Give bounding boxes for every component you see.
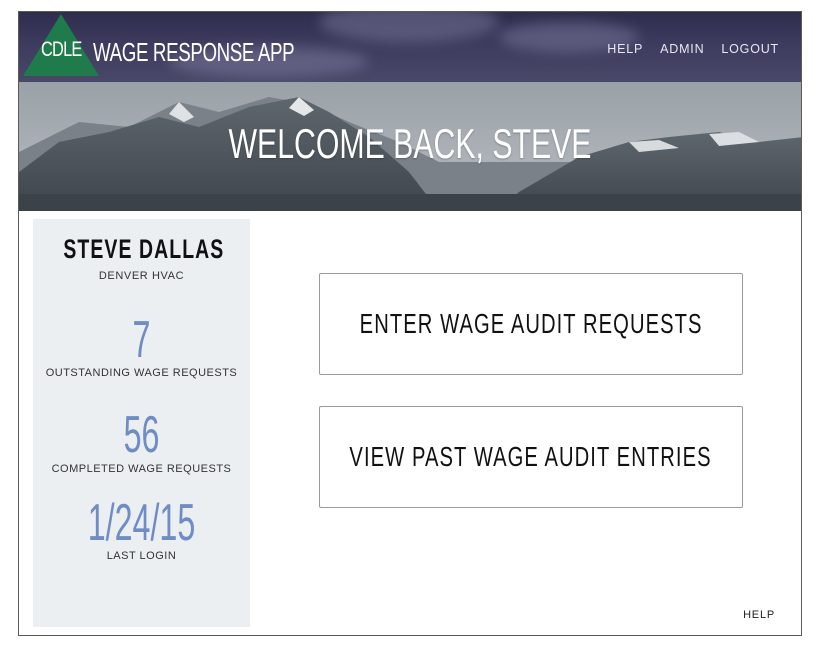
top-nav: HELP ADMIN LOGOUT [607, 42, 779, 56]
completed-count: 56 [123, 406, 160, 464]
user-name: STEVE DALLAS [63, 234, 225, 264]
enter-wage-audit-button[interactable]: ENTER WAGE AUDIT REQUESTS [319, 273, 743, 375]
nav-admin[interactable]: ADMIN [660, 42, 704, 56]
app-frame: CDLE WAGE RESPONSE APP HELP ADMIN LOGOUT [18, 11, 802, 636]
logo-text: CDLE [41, 38, 82, 61]
outstanding-label: OUTSTANDING WAGE REQUESTS [45, 367, 238, 379]
app-title: WAGE RESPONSE APP [93, 37, 295, 67]
welcome-heading: WELCOME BACK, STEVE [228, 120, 592, 167]
nav-help[interactable]: HELP [607, 42, 643, 56]
hero-banner: WELCOME BACK, STEVE [19, 82, 801, 211]
footer-help-link[interactable]: HELP [743, 609, 775, 621]
completed-label: COMPLETED WAGE REQUESTS [51, 463, 232, 475]
top-bar: CDLE WAGE RESPONSE APP HELP ADMIN LOGOUT [19, 12, 801, 82]
user-sidebar: STEVE DALLAS DENVER HVAC 7 OUTSTANDING W… [33, 219, 250, 627]
last-login-label: LAST LOGIN [106, 550, 177, 562]
company-name: DENVER HVAC [98, 270, 185, 282]
last-login-date: 1/24/15 [87, 494, 196, 552]
view-past-entries-label: VIEW PAST WAGE AUDIT ENTRIES [349, 441, 713, 472]
outstanding-count: 7 [132, 311, 151, 369]
view-past-entries-button[interactable]: VIEW PAST WAGE AUDIT ENTRIES [319, 406, 743, 508]
enter-wage-audit-label: ENTER WAGE AUDIT REQUESTS [359, 308, 703, 339]
nav-logout[interactable]: LOGOUT [721, 42, 779, 56]
